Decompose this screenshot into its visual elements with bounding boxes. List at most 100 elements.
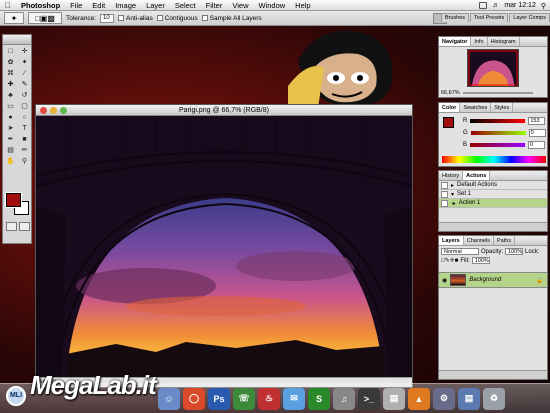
pen-tool-icon[interactable]: ✒ [4, 134, 17, 144]
document-canvas[interactable] [36, 116, 412, 378]
clone-stamp-icon[interactable]: ♣ [4, 90, 17, 100]
tab-layer-comps[interactable]: Layer Comps [509, 13, 550, 22]
navigator-thumbnail[interactable] [467, 49, 519, 87]
tab-swatches[interactable]: Swatches [460, 103, 492, 112]
menu-image[interactable]: Image [110, 1, 141, 10]
move-tool-icon[interactable]: ✛ [18, 46, 31, 56]
selection-mode-icon[interactable]: □▣▩ [28, 12, 62, 24]
quick-mask-button[interactable] [19, 222, 30, 231]
blur-tool-icon[interactable]: ● [4, 112, 17, 122]
dock-utility-icon[interactable]: ⚙ [433, 387, 455, 410]
fill-input[interactable]: 100% [471, 257, 490, 264]
dock-ichat-icon[interactable]: ☏ [233, 387, 255, 410]
dodge-tool-icon[interactable]: ○ [18, 112, 31, 122]
menu-file[interactable]: File [65, 1, 87, 10]
menu-app[interactable]: Photoshop [16, 1, 65, 10]
menu-filter[interactable]: Filter [201, 1, 228, 10]
actions-footer-buttons[interactable] [439, 222, 547, 231]
document-titlebar[interactable]: Parigi.png @ 66,7% (RGB/8) [36, 105, 412, 116]
menu-clock[interactable]: mar 12:12 [504, 2, 536, 9]
opacity-input[interactable]: 100% [505, 248, 524, 255]
dock-itunes-icon[interactable]: ♫ [333, 387, 355, 410]
layers-footer-buttons[interactable] [439, 370, 547, 379]
foreground-color-swatch[interactable] [5, 192, 22, 208]
eraser-tool-icon[interactable]: ▭ [4, 101, 17, 111]
menu-edit[interactable]: Edit [87, 1, 110, 10]
brush-tool-icon[interactable]: ✎ [18, 79, 31, 89]
zoom-tool-icon[interactable]: ⚲ [18, 156, 31, 166]
anti-alias-checkbox[interactable]: Anti-alias [118, 15, 153, 22]
navigator-zoom-value[interactable]: 66,67% [441, 90, 460, 96]
dock-app-icon[interactable]: ♨ [258, 387, 280, 410]
dock-firefox-icon[interactable]: ◯ [183, 387, 205, 410]
menu-layer[interactable]: Layer [141, 1, 170, 10]
type-tool-icon[interactable]: T [18, 123, 31, 133]
layer-row-background[interactable]: ◉ Background 🔒 [439, 272, 547, 288]
dock-ps-icon[interactable]: Ps [208, 387, 230, 410]
tab-paths[interactable]: Paths [494, 236, 516, 245]
blue-value[interactable]: 0 [528, 141, 546, 149]
gradient-tool-icon[interactable]: ▢ [18, 101, 31, 111]
dock-terminal-icon[interactable]: >_ [358, 387, 380, 410]
dock-preview-icon[interactable]: ▤ [383, 387, 405, 410]
lock-icons[interactable]: □✎✛■ [441, 257, 458, 264]
tab-actions[interactable]: Actions [463, 171, 491, 180]
tab-histogram[interactable]: Histogram [488, 37, 520, 46]
hand-tool-icon[interactable]: ✋ [4, 156, 17, 166]
magic-wand-icon[interactable]: ✦ [18, 57, 31, 67]
apple-menu-icon[interactable]:  [0, 1, 16, 10]
dock-vlc-icon[interactable]: ▲ [408, 387, 430, 410]
action-toggle-checkbox[interactable] [441, 190, 448, 198]
dock-finder-icon[interactable]: ☺ [158, 387, 180, 410]
tab-navigator[interactable]: Navigator [439, 37, 472, 46]
tab-styles[interactable]: Styles [491, 103, 514, 112]
menu-help[interactable]: Help [290, 1, 315, 10]
tab-brushes[interactable]: Brushes [440, 13, 470, 22]
path-select-icon[interactable]: ➤ [4, 123, 17, 133]
lasso-tool-icon[interactable]: ✿ [4, 57, 17, 67]
action-toggle-checkbox[interactable] [441, 181, 448, 189]
close-icon[interactable] [40, 107, 47, 114]
magic-wand-tool-icon[interactable]: ✦ [4, 12, 24, 24]
color-swatches[interactable] [5, 192, 30, 217]
action-item-1[interactable]: ▸ Action 1 [439, 199, 547, 208]
zoom-icon[interactable] [60, 107, 67, 114]
menu-view[interactable]: View [227, 1, 253, 10]
eye-icon[interactable]: ◉ [442, 277, 447, 284]
tolerance-input[interactable]: 10 [100, 13, 114, 23]
tab-layers[interactable]: Layers [439, 236, 464, 245]
tab-channels[interactable]: Channels [464, 236, 494, 245]
sample-all-checkbox[interactable]: Sample All Layers [201, 15, 262, 22]
history-brush-icon[interactable]: ↺ [18, 90, 31, 100]
dock-folder-icon[interactable]: ▤ [458, 387, 480, 410]
notes-tool-icon[interactable]: ▤ [4, 145, 17, 155]
color-spectrum[interactable] [442, 156, 546, 163]
action-set-1[interactable]: ▾ Set 1 [439, 190, 547, 199]
green-value[interactable]: 0 [528, 129, 546, 137]
healing-brush-icon[interactable]: ✚ [4, 79, 17, 89]
tab-color[interactable]: Color [439, 103, 461, 112]
color-foreground-swatch[interactable] [443, 117, 454, 128]
shape-tool-icon[interactable]: ■ [18, 134, 31, 144]
tab-info[interactable]: Info [471, 37, 488, 46]
tab-tool-presets[interactable]: Tool Presets [470, 13, 509, 22]
red-value[interactable]: 153 [528, 117, 546, 125]
slice-tool-icon[interactable]: ∕ [18, 68, 31, 78]
action-set-default[interactable]: ▸ Default Actions [439, 181, 547, 190]
blend-mode-select[interactable]: Normal [441, 248, 479, 255]
blue-slider[interactable] [470, 143, 526, 147]
minimize-icon[interactable] [50, 107, 57, 114]
crop-tool-icon[interactable]: ⌘ [4, 68, 17, 78]
menu-select[interactable]: Select [170, 1, 201, 10]
dock-mail-icon[interactable]: ✉ [283, 387, 305, 410]
tab-history[interactable]: History [439, 171, 464, 180]
green-slider[interactable] [470, 131, 526, 135]
dock-skype-icon[interactable]: S [308, 387, 330, 410]
display-icon[interactable] [479, 2, 488, 9]
action-toggle-checkbox[interactable] [441, 199, 448, 207]
menu-window[interactable]: Window [253, 1, 290, 10]
standard-mode-button[interactable] [6, 222, 17, 231]
marquee-tool-icon[interactable]: □ [4, 46, 17, 56]
dock-trash-icon[interactable]: ♻ [483, 387, 505, 410]
toolbox-header[interactable] [3, 35, 31, 45]
